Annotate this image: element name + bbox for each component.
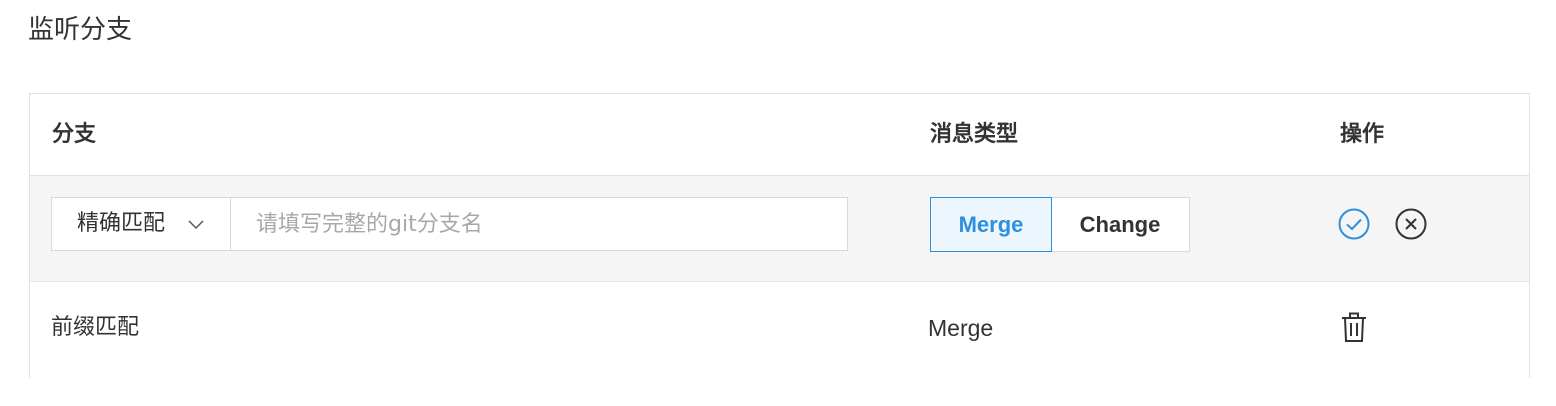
match-type-value: 精确匹配 [77,211,166,236]
branch-table: 分支 消息类型 操作 精确匹配 Merge Change [29,93,1530,378]
branch-name-input[interactable] [230,197,848,251]
edit-row: 精确匹配 Merge Change [30,176,1529,282]
trash-icon[interactable] [1337,310,1371,344]
header-message-type: 消息类型 [930,122,1019,147]
type-option-merge[interactable]: Merge [930,197,1052,252]
row-match-type: 前缀匹配 [51,315,140,340]
header-branch: 分支 [52,122,97,147]
match-type-select[interactable]: 精确匹配 [51,197,231,251]
table-header: 分支 消息类型 操作 [30,94,1529,176]
listen-branch-page: 监听分支 分支 消息类型 操作 精确匹配 Merge Change [0,0,1556,406]
type-option-change[interactable]: Change [1051,197,1190,252]
chevron-down-icon [188,220,204,230]
table-row: 前缀匹配 Merge [30,282,1529,378]
close-circle-icon[interactable] [1394,207,1428,241]
check-circle-icon[interactable] [1337,207,1371,241]
row-message-type: Merge [928,315,994,341]
header-action: 操作 [1340,122,1385,147]
section-title: 监听分支 [28,15,133,45]
